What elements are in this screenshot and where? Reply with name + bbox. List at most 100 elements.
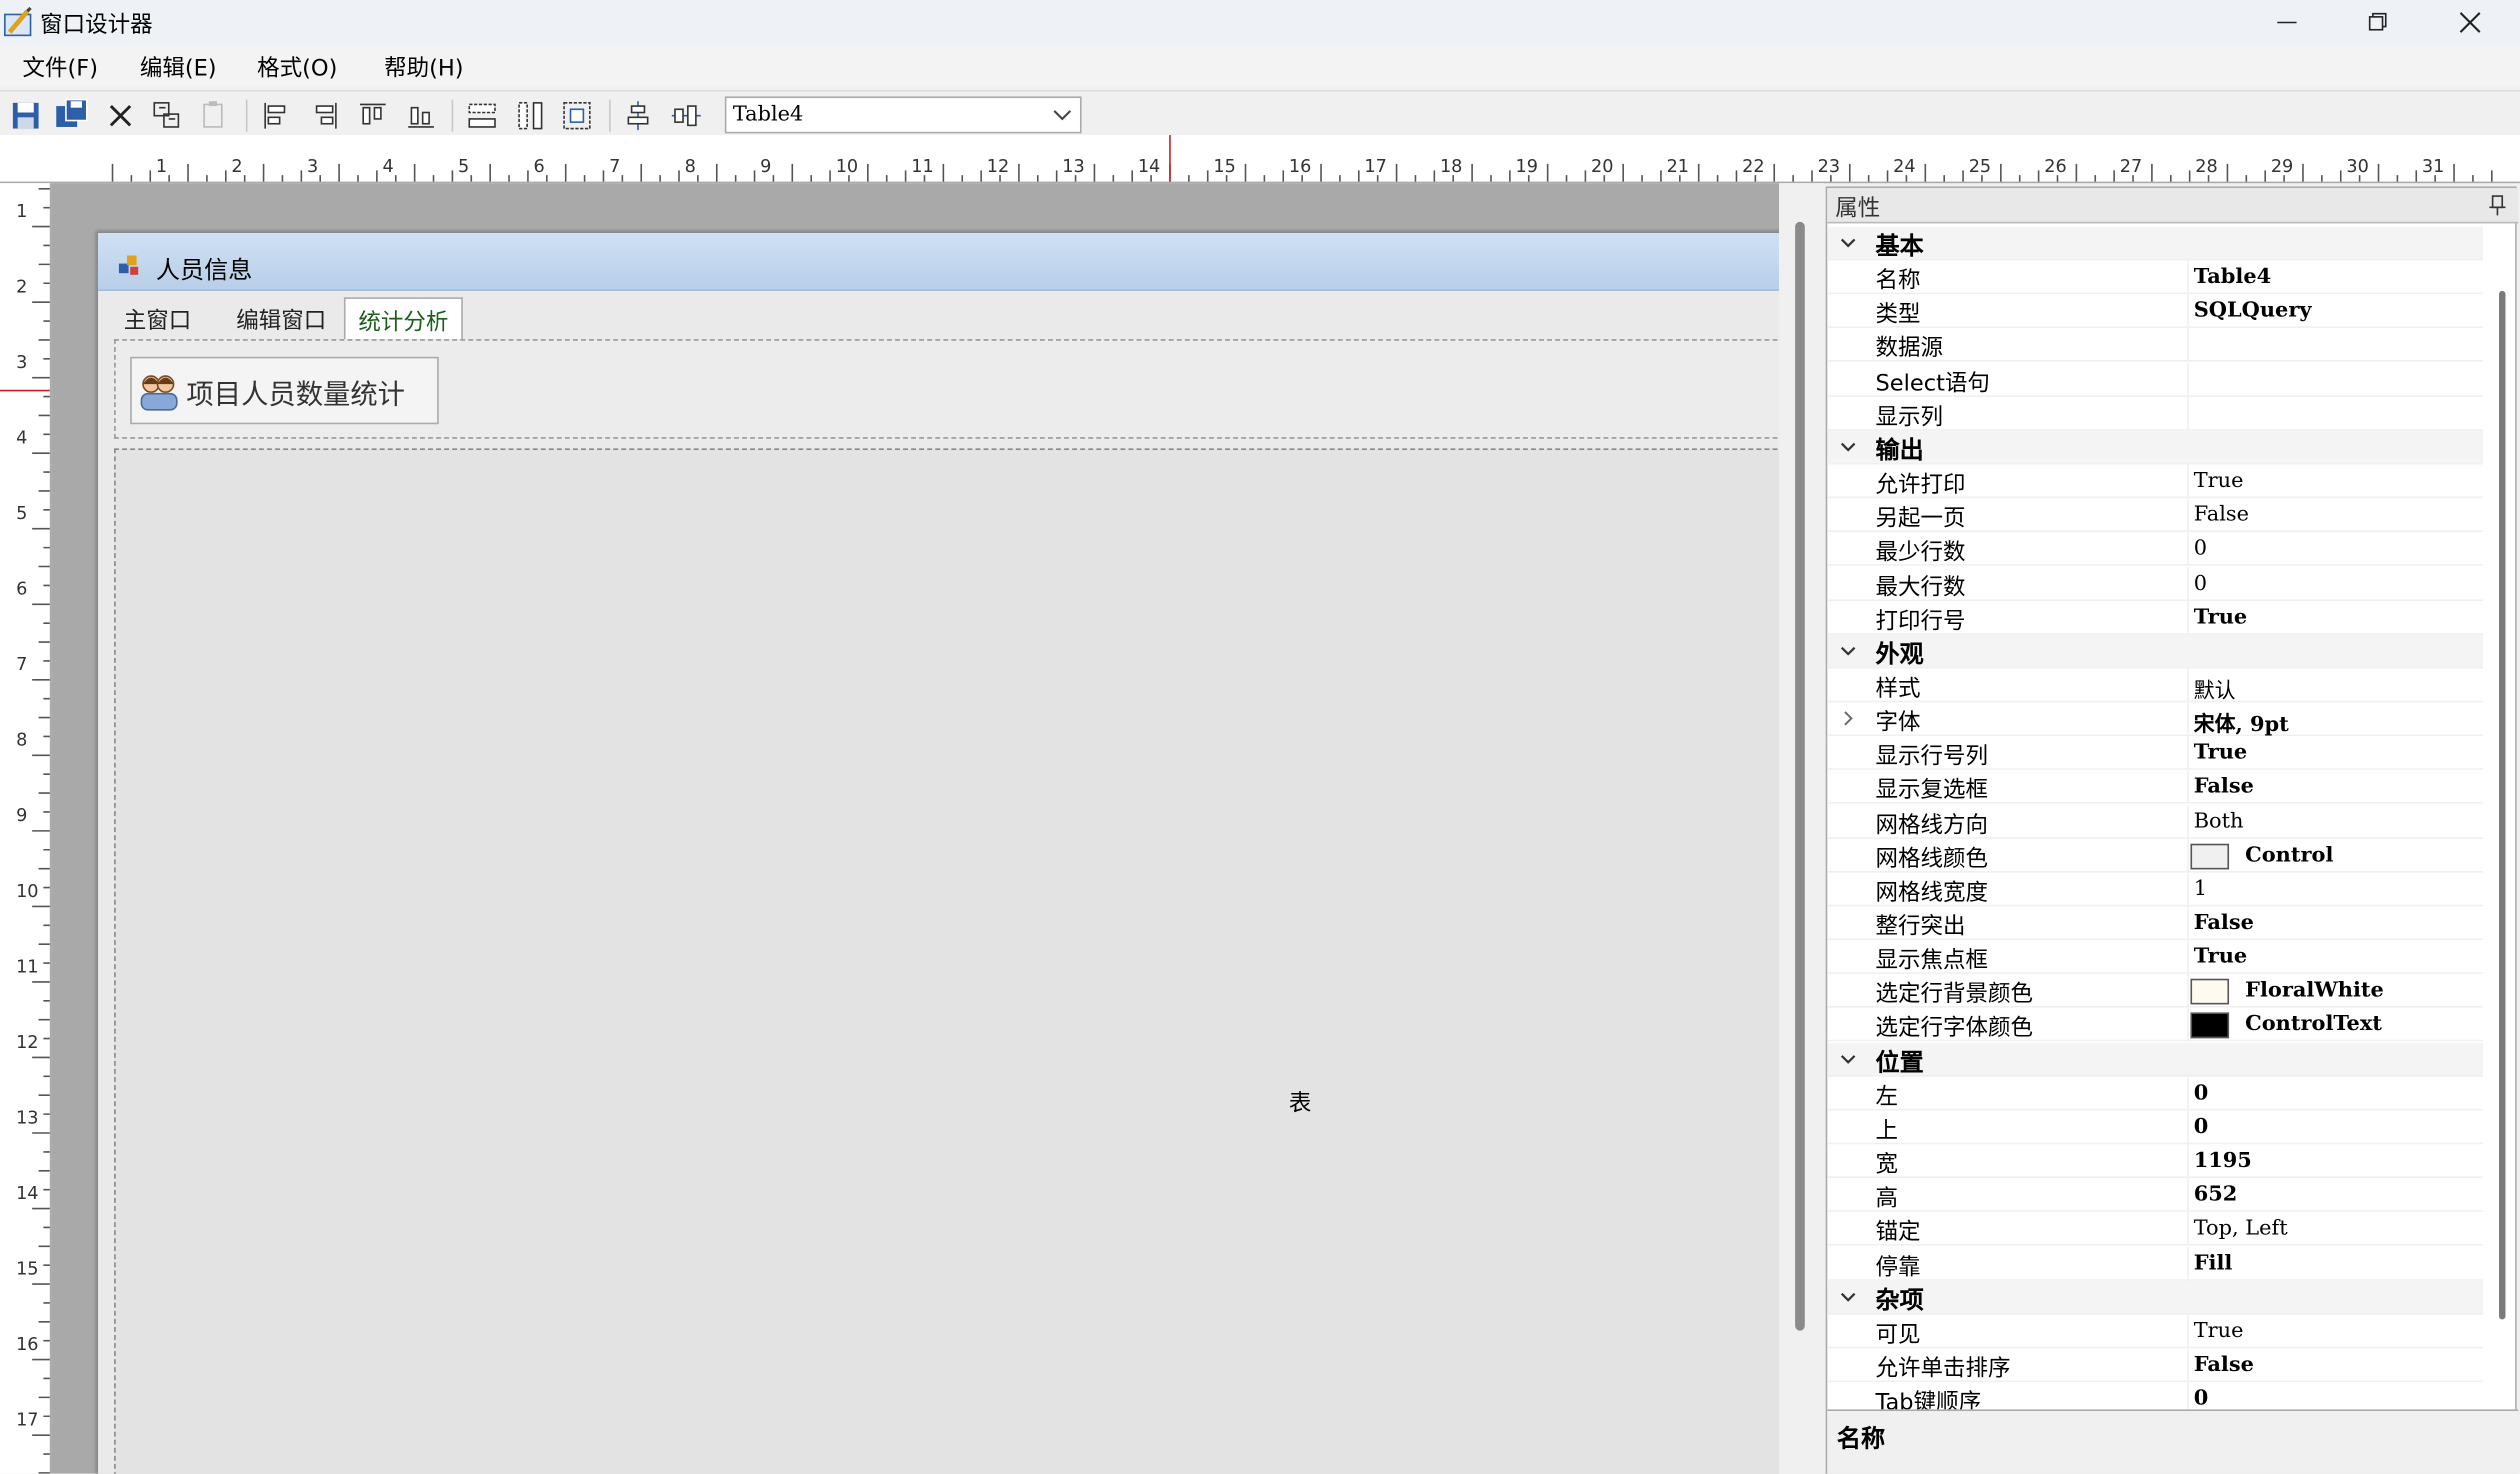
ruler-label: 15 — [16, 1259, 38, 1279]
tab-statistics[interactable]: 统计分析 — [343, 297, 463, 340]
property-name: 锚定 — [1875, 1220, 1921, 1247]
align-left-icon[interactable] — [259, 98, 294, 133]
property-row[interactable]: 显示行号列 True — [1827, 736, 2483, 771]
property-name: 高 — [1875, 1186, 1898, 1213]
ruler-label: 31 — [2422, 157, 2444, 177]
property-row[interactable]: 网格线颜色 Control — [1827, 838, 2483, 873]
align-bottom-icon[interactable] — [403, 98, 438, 133]
property-row[interactable]: 整行突出 False — [1827, 906, 2483, 941]
canvas-scrollbar[interactable] — [1779, 183, 1825, 1474]
same-width-icon[interactable] — [464, 98, 499, 133]
property-row[interactable]: 另起一页 False — [1827, 498, 2483, 533]
tool-panel: 项目人员数量统计 — [114, 339, 1780, 439]
property-row[interactable]: 上0 — [1827, 1110, 2483, 1145]
property-category[interactable]: 输出 — [1827, 430, 2483, 465]
tab-edit-window[interactable]: 编辑窗口 — [223, 297, 339, 339]
minimize-button[interactable] — [2242, 0, 2332, 45]
center-horizontal-icon[interactable] — [669, 98, 704, 133]
property-value: Both — [2193, 809, 2244, 834]
property-row[interactable]: 显示复选框 False — [1827, 770, 2483, 805]
chevron-down-icon[interactable] — [1837, 1047, 1859, 1069]
save-all-icon[interactable] — [55, 98, 90, 133]
minimize-icon — [2277, 21, 2297, 24]
chevron-down-icon[interactable] — [1837, 435, 1859, 457]
form-window[interactable]: 人员信息 主窗口 编辑窗口 统计分析 项目人员数量统计 表 — [96, 231, 1780, 1474]
ruler-label: 14 — [1138, 157, 1160, 177]
property-row[interactable]: 选定行字体颜色 ControlText — [1827, 1008, 2483, 1043]
paste-icon[interactable] — [196, 98, 231, 133]
property-row[interactable]: 宽 1195 — [1827, 1144, 2483, 1179]
ruler-label: 2 — [16, 277, 27, 297]
property-row[interactable]: 类型 SQLQuery — [1827, 294, 2483, 329]
property-row[interactable]: 网格线方向 Both — [1827, 804, 2483, 839]
property-value: ControlText — [2245, 1013, 2382, 1038]
member-count-stat-button[interactable]: 项目人员数量统计 — [130, 356, 439, 425]
menu-edit[interactable]: 编辑(E) — [140, 51, 217, 83]
property-row[interactable]: 最少行数 0 — [1827, 532, 2483, 567]
property-row[interactable]: 允许打印 True — [1827, 464, 2483, 499]
same-size-icon[interactable] — [559, 98, 594, 133]
property-name: 左 — [1875, 1084, 1898, 1111]
ruler-label: 10 — [836, 157, 858, 177]
property-row[interactable]: 可见 True — [1827, 1314, 2483, 1349]
ruler-label: 19 — [1515, 157, 1537, 177]
property-row[interactable]: 名称 Table4 — [1827, 260, 2483, 295]
property-grid-scrollbar-thumb[interactable] — [2499, 290, 2506, 1320]
control-selector[interactable]: Table4 — [724, 96, 1082, 134]
property-row[interactable]: 最大行数 0 — [1827, 566, 2483, 601]
property-row[interactable]: 停靠 Fill — [1827, 1246, 2483, 1281]
center-vertical-icon[interactable] — [620, 98, 655, 133]
pin-icon[interactable] — [2486, 194, 2508, 216]
chevron-right-icon[interactable] — [1837, 707, 1859, 729]
property-row[interactable]: 样式 默认 — [1827, 668, 2483, 704]
ruler-label: 1 — [156, 157, 167, 177]
property-name: 显示焦点框 — [1875, 948, 1988, 975]
property-row[interactable]: 显示列 — [1827, 396, 2483, 431]
property-panel: 属性 基本 名称 Table4 类型 SQLQuery 数据源 Select语句 显示列 输出允… — [1825, 186, 2519, 1474]
menu-bar: 文件(F) 编辑(E) 格式(O) 帮助(H) — [0, 44, 2520, 87]
delete-icon[interactable] — [103, 98, 138, 133]
property-row[interactable]: 允许单击排序 False — [1827, 1348, 2483, 1383]
vertical-ruler: 1234567891011121314151617 — [0, 183, 52, 1474]
same-height-icon[interactable] — [513, 98, 548, 133]
ruler-label: 11 — [16, 957, 38, 977]
property-row[interactable]: Select语句 — [1827, 362, 2483, 397]
property-grid-scrollbar[interactable] — [2492, 226, 2516, 1410]
property-name: 选定行字体颜色 — [1875, 1016, 2033, 1043]
property-category[interactable]: 基本 — [1827, 226, 2483, 261]
chevron-down-icon[interactable] — [1837, 1285, 1859, 1307]
close-button[interactable] — [2425, 0, 2515, 45]
property-row[interactable]: 网格线宽度 1 — [1827, 872, 2483, 907]
property-row[interactable]: 打印行号 True — [1827, 600, 2483, 635]
property-description-title: 名称 — [1836, 1423, 1886, 1453]
property-row[interactable]: Tab键顺序 0 — [1827, 1382, 2483, 1410]
property-row[interactable]: 左0 — [1827, 1076, 2483, 1111]
property-row[interactable]: 数据源 — [1827, 328, 2483, 363]
horizontal-ruler: 1 2 3 4 5 6 7 8 9 10 11 12 13 14 15 16 17 18 19 20 21 22 23 24 2… — [0, 134, 2520, 184]
align-right-icon[interactable] — [307, 98, 342, 133]
property-row[interactable]: 字体 宋体, 9pt — [1827, 702, 2483, 738]
maximize-button[interactable] — [2332, 0, 2422, 45]
ruler-label: 2 — [231, 157, 242, 177]
ruler-label: 3 — [307, 157, 318, 177]
property-row[interactable]: 选定行背景颜色 FloralWhite — [1827, 974, 2483, 1009]
property-row[interactable]: 显示焦点框 True — [1827, 940, 2483, 975]
property-category[interactable]: 外观 — [1827, 634, 2483, 669]
menu-help[interactable]: 帮助(H) — [384, 51, 463, 83]
chevron-down-icon[interactable] — [1837, 639, 1859, 661]
tab-main-window[interactable]: 主窗口 — [111, 297, 204, 339]
property-row[interactable]: 高 652 — [1827, 1178, 2483, 1213]
property-row[interactable]: 锚定 Top, Left — [1827, 1212, 2483, 1247]
chevron-down-icon[interactable] — [1837, 231, 1859, 253]
property-name: 显示复选框 — [1875, 778, 1988, 805]
canvas-scrollbar-thumb[interactable] — [1795, 221, 1805, 1331]
copy-icon[interactable] — [149, 98, 184, 133]
property-category[interactable]: 杂项 — [1827, 1280, 2483, 1315]
property-category[interactable]: 位置 — [1827, 1042, 2483, 1077]
chevron-down-icon[interactable] — [1051, 104, 1073, 126]
menu-format[interactable]: 格式(O) — [257, 51, 337, 83]
menu-file[interactable]: 文件(F) — [22, 51, 98, 83]
save-icon[interactable] — [8, 98, 43, 133]
table-control[interactable]: 表 — [114, 448, 1780, 1474]
align-top-icon[interactable] — [355, 98, 390, 133]
